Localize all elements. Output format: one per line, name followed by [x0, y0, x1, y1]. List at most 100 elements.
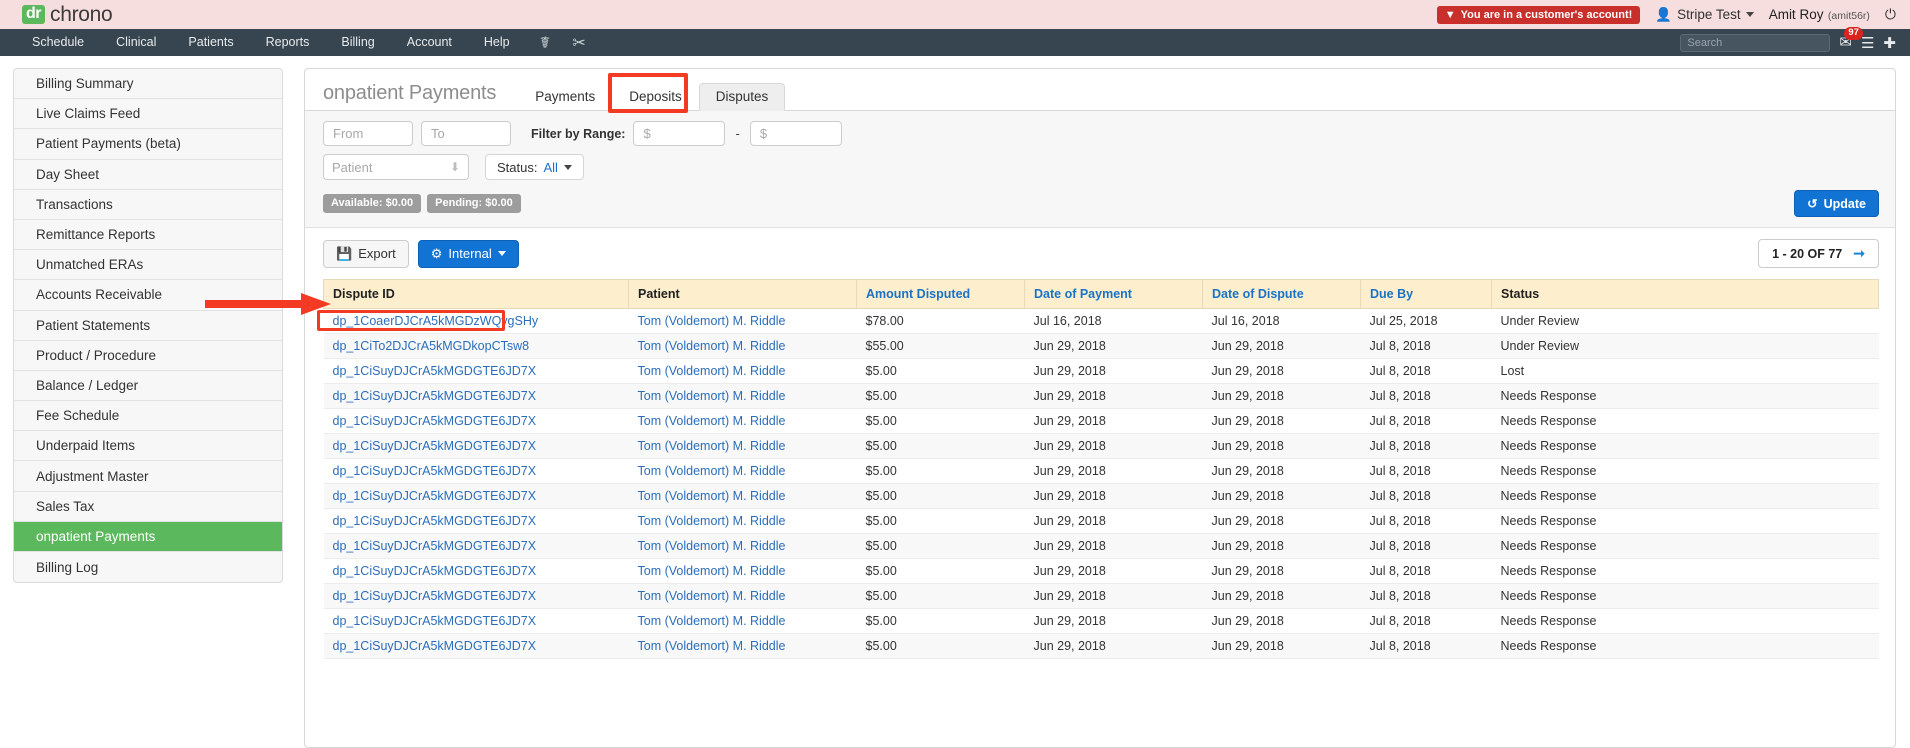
cell-dispute-id[interactable]: dp_1CiSuyDJCrA5kMGDGTE6JD7X	[323, 358, 629, 384]
cell-dispute-id[interactable]: dp_1CiSuyDJCrA5kMGDGTE6JD7X	[323, 508, 629, 534]
cell-patient[interactable]: Tom (Voldemort) M. Riddle	[628, 308, 857, 334]
nav-item-patients[interactable]: Patients	[172, 29, 249, 56]
hamburger-icon[interactable]: ☰	[1861, 34, 1874, 52]
column-header-status[interactable]: Status	[1491, 279, 1879, 309]
table-row[interactable]: dp_1CiSuyDJCrA5kMGDGTE6JD7X Tom (Voldemor…	[323, 408, 1879, 434]
cell-dispute-id[interactable]: dp_1CoaerDJCrA5kMGDzWQvgSHy	[323, 308, 629, 334]
dispute-id-link[interactable]: dp_1CoaerDJCrA5kMGDzWQvgSHy	[333, 314, 539, 328]
nav-item-billing[interactable]: Billing	[325, 29, 390, 56]
cell-patient[interactable]: Tom (Voldemort) M. Riddle	[628, 583, 857, 609]
status-dropdown[interactable]: Status: All	[485, 154, 584, 180]
sidebar-item-product-procedure[interactable]: Product / Procedure	[14, 341, 282, 371]
cell-dispute-id[interactable]: dp_1CiSuyDJCrA5kMGDGTE6JD7X	[323, 608, 629, 634]
cell-dispute-id[interactable]: dp_1CiTo2DJCrA5kMGDkopCTsw8	[323, 333, 629, 359]
cell-patient[interactable]: Tom (Voldemort) M. Riddle	[628, 608, 857, 634]
cell-patient[interactable]: Tom (Voldemort) M. Riddle	[628, 433, 857, 459]
cell-dispute-id[interactable]: dp_1CiSuyDJCrA5kMGDGTE6JD7X	[323, 458, 629, 484]
arrow-right-icon[interactable]: ➞	[1853, 245, 1865, 262]
date-from-input[interactable]	[323, 121, 413, 146]
cell-dispute-id[interactable]: dp_1CiSuyDJCrA5kMGDGTE6JD7X	[323, 433, 629, 459]
column-header-date-of-payment[interactable]: Date of Payment	[1024, 279, 1203, 309]
brand-logo[interactable]: dr chrono	[22, 3, 113, 27]
table-row[interactable]: dp_1CiSuyDJCrA5kMGDGTE6JD7X Tom (Voldemor…	[323, 558, 1879, 584]
cell-dispute-id[interactable]: dp_1CiSuyDJCrA5kMGDGTE6JD7X	[323, 558, 629, 584]
table-row[interactable]: dp_1CiSuyDJCrA5kMGDGTE6JD7X Tom (Voldemor…	[323, 583, 1879, 609]
internal-dropdown-button[interactable]: ⚙ Internal	[417, 239, 519, 268]
patient-link[interactable]: Tom (Voldemort) M. Riddle	[638, 514, 786, 528]
cell-patient[interactable]: Tom (Voldemort) M. Riddle	[628, 358, 857, 384]
patient-link[interactable]: Tom (Voldemort) M. Riddle	[638, 464, 786, 478]
power-icon[interactable]: ⏻	[1885, 6, 1896, 23]
sidebar-item-balance-ledger[interactable]: Balance / Ledger	[14, 371, 282, 402]
table-row[interactable]: dp_1CiSuyDJCrA5kMGDGTE6JD7X Tom (Voldemor…	[323, 633, 1879, 659]
patient-select[interactable]: Patient ⬇	[323, 154, 469, 180]
search-input[interactable]	[1680, 33, 1831, 52]
sidebar-item-transactions[interactable]: Transactions	[14, 190, 282, 220]
sidebar-item-patient-statements[interactable]: Patient Statements	[14, 311, 282, 341]
table-row[interactable]: dp_1CiSuyDJCrA5kMGDGTE6JD7X Tom (Voldemor…	[323, 383, 1879, 409]
sidebar-item-sales-tax[interactable]: Sales Tax	[14, 492, 282, 522]
nav-item-account[interactable]: Account	[391, 29, 468, 56]
tab-disputes[interactable]: Disputes	[698, 83, 786, 111]
patient-link[interactable]: Tom (Voldemort) M. Riddle	[638, 614, 786, 628]
column-header-dispute-id[interactable]: Dispute ID	[323, 279, 629, 309]
patient-link[interactable]: Tom (Voldemort) M. Riddle	[638, 339, 786, 353]
column-header-date-of-dispute[interactable]: Date of Dispute	[1202, 279, 1361, 309]
export-button[interactable]: 💾 Export	[323, 239, 409, 268]
sidebar-item-day-sheet[interactable]: Day Sheet	[14, 160, 282, 190]
cell-dispute-id[interactable]: dp_1CiSuyDJCrA5kMGDGTE6JD7X	[323, 583, 629, 609]
sidebar-item-unmatched-eras[interactable]: Unmatched ERAs	[14, 250, 282, 281]
dispute-id-link[interactable]: dp_1CiSuyDJCrA5kMGDGTE6JD7X	[333, 514, 537, 528]
sidebar-item-onpatient-payments[interactable]: onpatient Payments	[14, 521, 282, 552]
sidebar-item-accounts-receivable[interactable]: Accounts Receivable	[14, 280, 282, 311]
nav-item-help[interactable]: Help	[468, 29, 526, 56]
range-max-input[interactable]	[749, 121, 842, 146]
cell-patient[interactable]: Tom (Voldemort) M. Riddle	[628, 483, 857, 509]
column-header-due-by[interactable]: Due By	[1360, 279, 1492, 309]
table-row[interactable]: dp_1CiTo2DJCrA5kMGDkopCTsw8 Tom (Voldemor…	[323, 333, 1879, 359]
cell-patient[interactable]: Tom (Voldemort) M. Riddle	[628, 508, 857, 534]
patient-link[interactable]: Tom (Voldemort) M. Riddle	[638, 314, 786, 328]
scissors-icon[interactable]: ✂	[572, 33, 585, 53]
sidebar-item-billing-log[interactable]: Billing Log	[14, 552, 282, 582]
table-row[interactable]: dp_1CoaerDJCrA5kMGDzWQvgSHy Tom (Voldemor…	[323, 308, 1879, 334]
cell-patient[interactable]: Tom (Voldemort) M. Riddle	[628, 633, 857, 659]
cell-dispute-id[interactable]: dp_1CiSuyDJCrA5kMGDGTE6JD7X	[323, 533, 629, 559]
patient-link[interactable]: Tom (Voldemort) M. Riddle	[638, 389, 786, 403]
nav-item-reports[interactable]: Reports	[250, 29, 326, 56]
table-row[interactable]: dp_1CiSuyDJCrA5kMGDGTE6JD7X Tom (Voldemor…	[323, 358, 1879, 384]
tab-deposits[interactable]: Deposits	[612, 83, 699, 111]
table-row[interactable]: dp_1CiSuyDJCrA5kMGDGTE6JD7X Tom (Voldemor…	[323, 458, 1879, 484]
cell-patient[interactable]: Tom (Voldemort) M. Riddle	[628, 458, 857, 484]
sidebar-item-adjustment-master[interactable]: Adjustment Master	[14, 461, 282, 492]
messages-button[interactable]: ✉ 97	[1839, 27, 1863, 52]
cell-patient[interactable]: Tom (Voldemort) M. Riddle	[628, 558, 857, 584]
table-row[interactable]: dp_1CiSuyDJCrA5kMGDGTE6JD7X Tom (Voldemor…	[323, 433, 1879, 459]
patient-link[interactable]: Tom (Voldemort) M. Riddle	[638, 439, 786, 453]
dispute-id-link[interactable]: dp_1CiSuyDJCrA5kMGDGTE6JD7X	[333, 564, 537, 578]
update-button[interactable]: ↺ Update	[1794, 190, 1879, 217]
dispute-id-link[interactable]: dp_1CiSuyDJCrA5kMGDGTE6JD7X	[333, 364, 537, 378]
pagination-control[interactable]: 1 - 20 OF 77 ➞	[1758, 239, 1879, 268]
sidebar-item-underpaid-items[interactable]: Underpaid Items	[14, 431, 282, 462]
cell-patient[interactable]: Tom (Voldemort) M. Riddle	[628, 333, 857, 359]
table-row[interactable]: dp_1CiSuyDJCrA5kMGDGTE6JD7X Tom (Voldemor…	[323, 483, 1879, 509]
dispute-id-link[interactable]: dp_1CiSuyDJCrA5kMGDGTE6JD7X	[333, 464, 537, 478]
patient-link[interactable]: Tom (Voldemort) M. Riddle	[638, 364, 786, 378]
dispute-id-link[interactable]: dp_1CiSuyDJCrA5kMGDGTE6JD7X	[333, 589, 537, 603]
column-header-amount-disputed[interactable]: Amount Disputed	[856, 279, 1025, 309]
patient-link[interactable]: Tom (Voldemort) M. Riddle	[638, 489, 786, 503]
patient-link[interactable]: Tom (Voldemort) M. Riddle	[638, 564, 786, 578]
caduceus-icon[interactable]: ☤	[540, 33, 551, 53]
dispute-id-link[interactable]: dp_1CiSuyDJCrA5kMGDGTE6JD7X	[333, 389, 537, 403]
dispute-id-link[interactable]: dp_1CiSuyDJCrA5kMGDGTE6JD7X	[333, 489, 537, 503]
current-user[interactable]: Amit Roy (amit56r)	[1769, 6, 1870, 24]
account-switcher[interactable]: 👤 Stripe Test	[1655, 7, 1754, 23]
cell-dispute-id[interactable]: dp_1CiSuyDJCrA5kMGDGTE6JD7X	[323, 483, 629, 509]
cell-dispute-id[interactable]: dp_1CiSuyDJCrA5kMGDGTE6JD7X	[323, 633, 629, 659]
nav-item-schedule[interactable]: Schedule	[16, 29, 100, 56]
sidebar-item-patient-payments[interactable]: Patient Payments (beta)	[14, 129, 282, 160]
dispute-id-link[interactable]: dp_1CiSuyDJCrA5kMGDGTE6JD7X	[333, 439, 537, 453]
range-min-input[interactable]	[633, 121, 726, 146]
date-to-input[interactable]	[421, 121, 511, 146]
